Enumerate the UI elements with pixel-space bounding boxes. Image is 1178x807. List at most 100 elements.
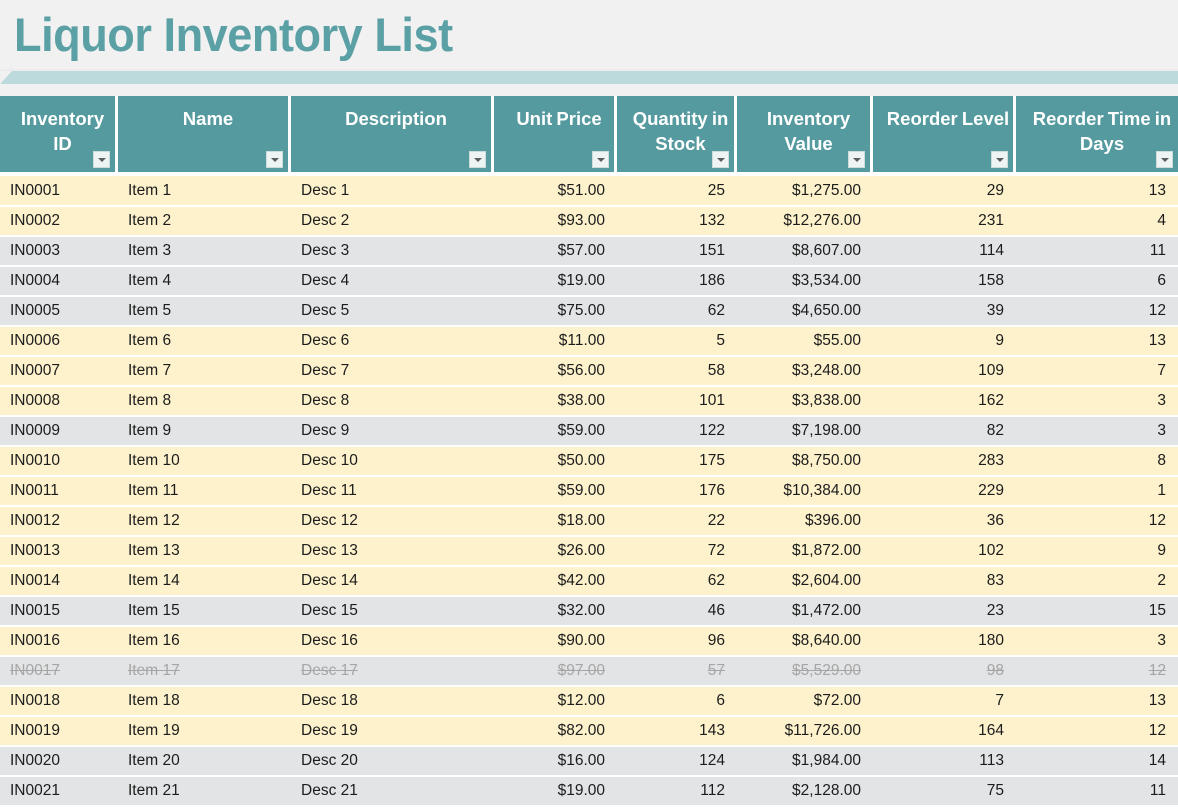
cell-unit_price[interactable]: $19.00 [494,776,617,806]
cell-reorder_level[interactable]: 231 [873,206,1016,236]
cell-inventory_value[interactable]: $1,275.00 [737,176,873,206]
cell-unit_price[interactable]: $50.00 [494,446,617,476]
table-row[interactable]: IN0005Item 5Desc 5$75.0062$4,650.003912 [0,296,1178,326]
cell-quantity_in_stock[interactable]: 5 [617,326,737,356]
cell-description[interactable]: Desc 12 [291,506,494,536]
cell-unit_price[interactable]: $59.00 [494,416,617,446]
cell-description[interactable]: Desc 1 [291,176,494,206]
cell-unit_price[interactable]: $11.00 [494,326,617,356]
cell-unit_price[interactable]: $26.00 [494,536,617,566]
cell-inventory_id[interactable]: IN0017 [0,656,118,686]
table-row[interactable]: IN0016Item 16Desc 16$90.0096$8,640.00180… [0,626,1178,656]
cell-reorder_time_in_days[interactable]: 14 [1016,746,1178,776]
cell-reorder_level[interactable]: 75 [873,776,1016,806]
cell-inventory_id[interactable]: IN0010 [0,446,118,476]
cell-reorder_time_in_days[interactable]: 3 [1016,416,1178,446]
cell-description[interactable]: Desc 4 [291,266,494,296]
cell-name[interactable]: Item 1 [118,176,291,206]
table-row[interactable]: IN0010Item 10Desc 10$50.00175$8,750.0028… [0,446,1178,476]
cell-inventory_id[interactable]: IN0004 [0,266,118,296]
cell-description[interactable]: Desc 9 [291,416,494,446]
cell-quantity_in_stock[interactable]: 122 [617,416,737,446]
cell-reorder_time_in_days[interactable]: 12 [1016,716,1178,746]
cell-reorder_time_in_days[interactable]: 7 [1016,356,1178,386]
table-row[interactable]: IN0011Item 11Desc 11$59.00176$10,384.002… [0,476,1178,506]
cell-reorder_time_in_days[interactable]: 1 [1016,476,1178,506]
cell-reorder_time_in_days[interactable]: 2 [1016,566,1178,596]
cell-unit_price[interactable]: $38.00 [494,386,617,416]
cell-inventory_value[interactable]: $3,838.00 [737,386,873,416]
cell-name[interactable]: Item 6 [118,326,291,356]
cell-quantity_in_stock[interactable]: 72 [617,536,737,566]
cell-quantity_in_stock[interactable]: 58 [617,356,737,386]
cell-unit_price[interactable]: $12.00 [494,686,617,716]
cell-inventory_id[interactable]: IN0005 [0,296,118,326]
filter-dropdown-button-quantity_in_stock[interactable] [712,151,729,168]
cell-unit_price[interactable]: $56.00 [494,356,617,386]
cell-inventory_id[interactable]: IN0006 [0,326,118,356]
cell-name[interactable]: Item 10 [118,446,291,476]
table-row[interactable]: IN0014Item 14Desc 14$42.0062$2,604.00832 [0,566,1178,596]
cell-description[interactable]: Desc 5 [291,296,494,326]
cell-name[interactable]: Item 20 [118,746,291,776]
cell-name[interactable]: Item 13 [118,536,291,566]
table-row[interactable]: IN0009Item 9Desc 9$59.00122$7,198.00823 [0,416,1178,446]
cell-inventory_id[interactable]: IN0009 [0,416,118,446]
cell-name[interactable]: Item 21 [118,776,291,806]
cell-reorder_time_in_days[interactable]: 8 [1016,446,1178,476]
cell-inventory_value[interactable]: $2,128.00 [737,776,873,806]
cell-quantity_in_stock[interactable]: 175 [617,446,737,476]
cell-name[interactable]: Item 8 [118,386,291,416]
cell-reorder_level[interactable]: 36 [873,506,1016,536]
cell-inventory_value[interactable]: $4,650.00 [737,296,873,326]
cell-reorder_time_in_days[interactable]: 12 [1016,296,1178,326]
cell-inventory_id[interactable]: IN0014 [0,566,118,596]
cell-name[interactable]: Item 17 [118,656,291,686]
cell-reorder_level[interactable]: 23 [873,596,1016,626]
cell-description[interactable]: Desc 16 [291,626,494,656]
cell-quantity_in_stock[interactable]: 62 [617,296,737,326]
cell-unit_price[interactable]: $42.00 [494,566,617,596]
table-row[interactable]: IN0008Item 8Desc 8$38.00101$3,838.001623 [0,386,1178,416]
cell-reorder_time_in_days[interactable]: 13 [1016,326,1178,356]
filter-dropdown-button-reorder_time_in_days[interactable] [1156,151,1173,168]
table-row[interactable]: IN0015Item 15Desc 15$32.0046$1,472.00231… [0,596,1178,626]
filter-dropdown-button-reorder_level[interactable] [991,151,1008,168]
cell-description[interactable]: Desc 3 [291,236,494,266]
cell-description[interactable]: Desc 18 [291,686,494,716]
cell-quantity_in_stock[interactable]: 22 [617,506,737,536]
cell-inventory_id[interactable]: IN0002 [0,206,118,236]
cell-inventory_value[interactable]: $12,276.00 [737,206,873,236]
cell-unit_price[interactable]: $97.00 [494,656,617,686]
cell-description[interactable]: Desc 13 [291,536,494,566]
filter-dropdown-button-inventory_id[interactable] [93,151,110,168]
table-row[interactable]: IN0004Item 4Desc 4$19.00186$3,534.001586 [0,266,1178,296]
cell-unit_price[interactable]: $57.00 [494,236,617,266]
cell-reorder_level[interactable]: 82 [873,416,1016,446]
table-row[interactable]: IN0002Item 2Desc 2$93.00132$12,276.00231… [0,206,1178,236]
cell-unit_price[interactable]: $51.00 [494,176,617,206]
cell-inventory_value[interactable]: $10,384.00 [737,476,873,506]
cell-description[interactable]: Desc 2 [291,206,494,236]
cell-reorder_level[interactable]: 83 [873,566,1016,596]
cell-reorder_time_in_days[interactable]: 11 [1016,776,1178,806]
cell-inventory_value[interactable]: $396.00 [737,506,873,536]
cell-description[interactable]: Desc 10 [291,446,494,476]
cell-inventory_id[interactable]: IN0013 [0,536,118,566]
cell-inventory_id[interactable]: IN0012 [0,506,118,536]
cell-reorder_time_in_days[interactable]: 12 [1016,506,1178,536]
cell-name[interactable]: Item 11 [118,476,291,506]
cell-inventory_value[interactable]: $11,726.00 [737,716,873,746]
cell-inventory_id[interactable]: IN0019 [0,716,118,746]
cell-inventory_value[interactable]: $8,750.00 [737,446,873,476]
cell-inventory_value[interactable]: $7,198.00 [737,416,873,446]
cell-quantity_in_stock[interactable]: 112 [617,776,737,806]
table-row[interactable]: IN0006Item 6Desc 6$11.005$55.00913 [0,326,1178,356]
cell-quantity_in_stock[interactable]: 176 [617,476,737,506]
cell-reorder_level[interactable]: 180 [873,626,1016,656]
cell-inventory_value[interactable]: $5,529.00 [737,656,873,686]
cell-inventory_id[interactable]: IN0015 [0,596,118,626]
cell-reorder_level[interactable]: 7 [873,686,1016,716]
cell-unit_price[interactable]: $16.00 [494,746,617,776]
cell-inventory_value[interactable]: $8,640.00 [737,626,873,656]
